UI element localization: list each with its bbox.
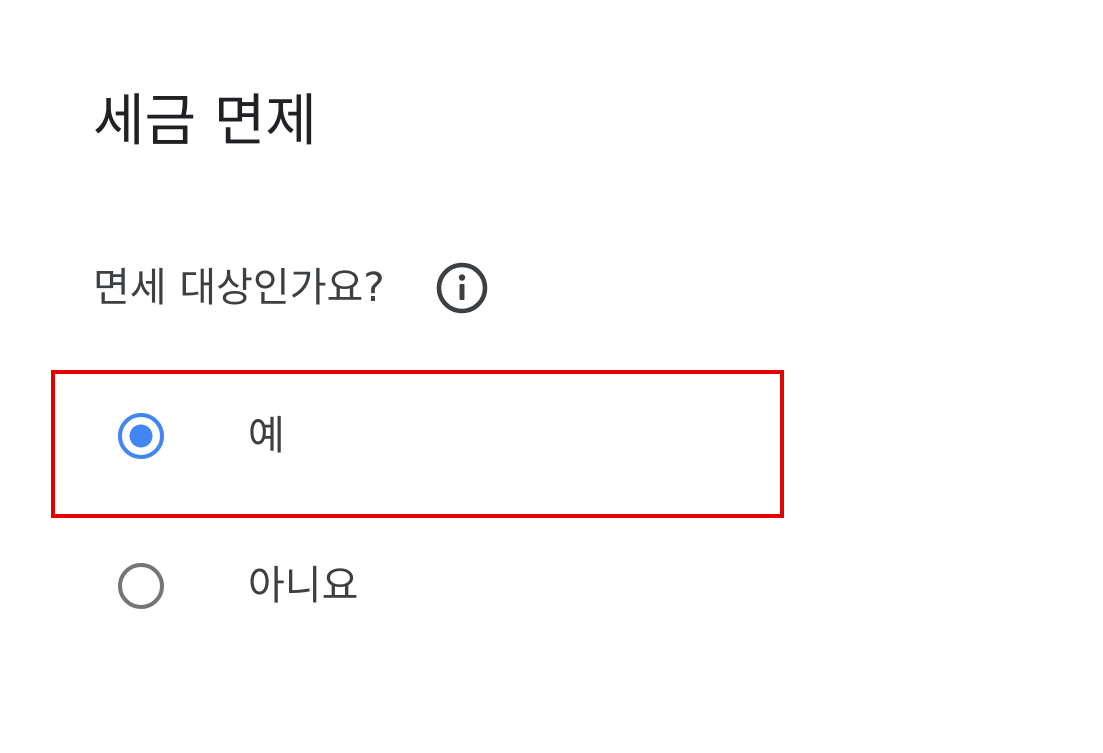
radio-button-selected[interactable] (118, 413, 164, 459)
radio-button-unselected[interactable] (118, 563, 164, 609)
radio-selected-icon (118, 413, 164, 459)
radio-label-yes: 예 (248, 413, 285, 459)
section-title: 세금 면제 (93, 89, 317, 154)
info-icon-graphic (436, 262, 487, 314)
radio-unselected-icon (118, 563, 164, 609)
radio-option-yes[interactable]: 예 (118, 404, 678, 468)
question-label: 면세 대상인가요? (93, 265, 385, 311)
radio-label-no: 아니요 (248, 563, 359, 609)
info-icon[interactable] (435, 261, 489, 315)
exemption-question: 면세 대상인가요? (93, 256, 489, 320)
radio-option-no[interactable]: 아니요 (118, 554, 678, 618)
